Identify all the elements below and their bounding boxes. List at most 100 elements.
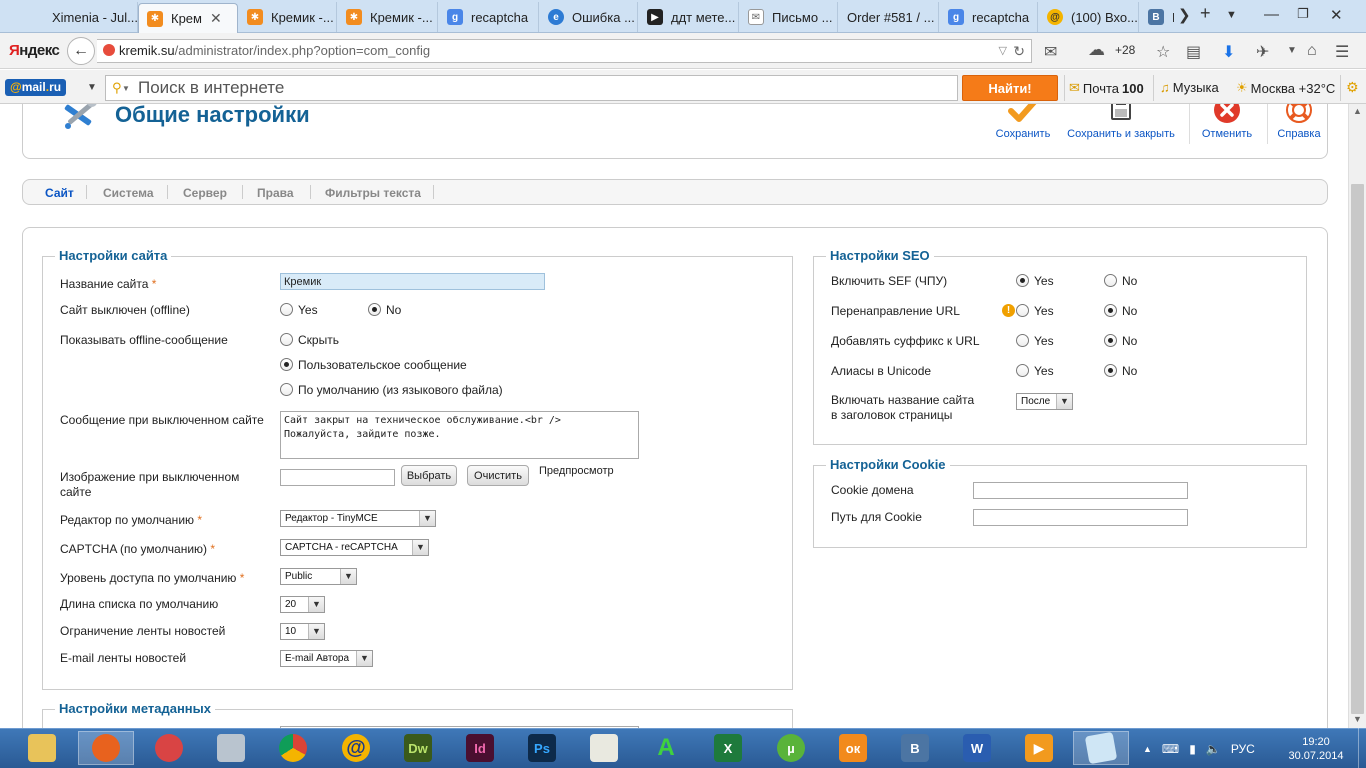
clear-image-button[interactable]: Очистить bbox=[467, 465, 529, 486]
chevron-down-icon[interactable]: ▼ bbox=[122, 84, 130, 93]
unicode-no-radio[interactable] bbox=[1104, 364, 1117, 377]
signal-icon[interactable]: ▮ bbox=[1189, 742, 1196, 756]
search-icon[interactable]: ⚲ bbox=[112, 80, 122, 96]
web-search-input[interactable] bbox=[136, 78, 936, 98]
tab-system[interactable]: Система bbox=[103, 186, 154, 200]
offline-text-textarea[interactable] bbox=[280, 411, 639, 459]
taskbar-photoshop[interactable]: Ps bbox=[514, 731, 570, 765]
taskbar-utorrent[interactable]: µ bbox=[763, 731, 819, 765]
help-button[interactable]: Справка bbox=[1273, 104, 1325, 140]
browser-tab[interactable]: g recaptcha bbox=[439, 2, 539, 32]
browser-tab[interactable]: ✱ Кремик -... bbox=[239, 2, 337, 32]
tab-site[interactable]: Сайт bbox=[45, 186, 74, 200]
mail-link[interactable]: ✉ Почта 100 bbox=[1069, 80, 1144, 96]
unicode-yes-radio[interactable] bbox=[1016, 364, 1029, 377]
feed-email-select[interactable]: E-mail Автора ▼ bbox=[280, 650, 373, 667]
browser-tab[interactable]: Order #581 / ... bbox=[839, 2, 939, 32]
history-dropdown-icon[interactable]: ▽ bbox=[999, 40, 1007, 62]
offline-yes-radio[interactable] bbox=[280, 303, 293, 316]
captcha-select[interactable]: CAPTCHA - reCAPTCHA ▼ bbox=[280, 539, 429, 556]
bookmarks-list-icon[interactable]: ▤ bbox=[1186, 42, 1201, 62]
tab-permissions[interactable]: Права bbox=[257, 186, 294, 200]
reload-icon[interactable]: ↻ bbox=[1013, 40, 1025, 62]
offline-msg-custom-radio[interactable] bbox=[280, 358, 293, 371]
taskbar-chrome[interactable] bbox=[265, 731, 321, 765]
offline-msg-hide-radio[interactable] bbox=[280, 333, 293, 346]
scroll-up-icon[interactable]: ▲ bbox=[1349, 106, 1366, 116]
site-identity-icon[interactable] bbox=[103, 44, 115, 56]
language-indicator[interactable]: РУС bbox=[1231, 742, 1255, 756]
browser-tab[interactable]: ✱ Кремик -... bbox=[338, 2, 438, 32]
browser-tab[interactable]: g recaptcha bbox=[940, 2, 1038, 32]
cookie-domain-input[interactable] bbox=[973, 482, 1188, 499]
weather-cloud-icon[interactable]: ☁ bbox=[1088, 40, 1105, 60]
menu-icon[interactable]: ☰ bbox=[1335, 42, 1349, 62]
taskbar-firefox[interactable] bbox=[78, 731, 134, 765]
mail-icon[interactable]: ✉ bbox=[1044, 42, 1057, 62]
save-and-close-button[interactable]: Сохранить и закрыть bbox=[1065, 104, 1177, 140]
browser-tab[interactable]: Ximenia - Jul... bbox=[0, 2, 138, 32]
tab-text-filters[interactable]: Фильтры текста bbox=[325, 186, 421, 200]
home-icon[interactable]: ⌂ bbox=[1307, 42, 1317, 60]
settings-gear-icon[interactable]: ⚙ bbox=[1346, 79, 1359, 96]
access-level-select[interactable]: Public ▼ bbox=[280, 568, 357, 585]
scrollbar-thumb[interactable] bbox=[1351, 184, 1364, 714]
scroll-tabs-right-icon[interactable]: ❯ bbox=[1178, 6, 1191, 24]
select-image-button[interactable]: Выбрать bbox=[401, 465, 457, 486]
cancel-button[interactable]: Отменить bbox=[1195, 104, 1259, 140]
taskbar-mailru-agent[interactable]: @ bbox=[328, 731, 384, 765]
tab-server[interactable]: Сервер bbox=[183, 186, 227, 200]
music-link[interactable]: ♫ Музыка bbox=[1160, 80, 1219, 95]
bookmark-star-icon[interactable]: ☆ bbox=[1156, 42, 1170, 62]
browser-tab[interactable]: В Г bbox=[1140, 2, 1174, 32]
address-bar[interactable]: kremik.su/administrator/index.php?option… bbox=[97, 39, 1032, 63]
browser-tab-active[interactable]: ✱ Крем ✕ bbox=[138, 3, 238, 33]
close-tab-icon[interactable]: ✕ bbox=[210, 10, 222, 27]
offline-no-radio[interactable] bbox=[368, 303, 381, 316]
taskbar-indesign[interactable]: Id bbox=[452, 731, 508, 765]
taskbar-vkontakte[interactable]: В bbox=[887, 731, 943, 765]
back-button[interactable]: ← bbox=[67, 37, 95, 65]
show-desktop-button[interactable] bbox=[1358, 728, 1366, 768]
browser-tab[interactable]: ▶ ддт мете... bbox=[639, 2, 739, 32]
sitename-in-title-select[interactable]: После ▼ bbox=[1016, 393, 1073, 410]
offline-image-input[interactable] bbox=[280, 469, 395, 486]
url-suffix-yes-radio[interactable] bbox=[1016, 334, 1029, 347]
browser-tab[interactable]: @ (100) Вхо... bbox=[1039, 2, 1139, 32]
keyboard-icon[interactable]: ⌨ bbox=[1162, 742, 1179, 756]
mailru-menu-icon[interactable]: ▼ bbox=[87, 82, 97, 93]
page-scrollbar[interactable]: ▲ ▼ bbox=[1348, 104, 1366, 728]
browser-tab[interactable]: e Ошибка ... bbox=[540, 2, 638, 32]
taskbar-word[interactable]: W bbox=[949, 731, 1005, 765]
chevron-down-icon[interactable]: ▼ bbox=[1287, 45, 1297, 56]
save-button[interactable]: Сохранить bbox=[991, 104, 1055, 140]
url-suffix-no-radio[interactable] bbox=[1104, 334, 1117, 347]
mailru-logo[interactable]: @mail.ru bbox=[5, 79, 67, 96]
taskbar-notepad-plus[interactable] bbox=[576, 731, 632, 765]
taskbar-clock[interactable]: 19:20 30.07.2014 bbox=[1286, 735, 1346, 763]
feed-limit-select[interactable]: 10 ▼ bbox=[280, 623, 325, 640]
taskbar-explorer[interactable] bbox=[14, 731, 70, 765]
url-rewrite-yes-radio[interactable] bbox=[1016, 304, 1029, 317]
taskbar-media-player[interactable]: ▶ bbox=[1011, 731, 1067, 765]
taskbar-notes[interactable] bbox=[1073, 731, 1129, 765]
taskbar-excel[interactable]: X bbox=[700, 731, 756, 765]
search-button[interactable]: Найти! bbox=[962, 75, 1058, 101]
download-icon[interactable]: ⬇ bbox=[1222, 42, 1235, 62]
taskbar-dreamweaver[interactable]: Dw bbox=[390, 731, 446, 765]
volume-icon[interactable]: 🔈 bbox=[1206, 742, 1221, 756]
addon-icon[interactable]: ✈ bbox=[1256, 42, 1269, 62]
scroll-down-icon[interactable]: ▼ bbox=[1349, 714, 1366, 724]
taskbar-font-app[interactable]: A bbox=[638, 731, 694, 765]
close-window-icon[interactable]: ✕ bbox=[1330, 6, 1343, 24]
offline-msg-default-radio[interactable] bbox=[280, 383, 293, 396]
sef-no-radio[interactable] bbox=[1104, 274, 1117, 287]
sef-yes-radio[interactable] bbox=[1016, 274, 1029, 287]
chevron-up-icon[interactable]: ▲ bbox=[1143, 744, 1152, 754]
new-tab-icon[interactable]: + bbox=[1200, 3, 1211, 24]
yandex-logo[interactable]: Яндекс bbox=[9, 42, 60, 59]
restore-icon[interactable]: ❐ bbox=[1297, 6, 1309, 22]
taskbar-calculator[interactable] bbox=[203, 731, 259, 765]
tab-list-icon[interactable]: ▼ bbox=[1226, 9, 1237, 21]
weather-link[interactable]: ☀ Москва +32°C bbox=[1236, 80, 1335, 96]
